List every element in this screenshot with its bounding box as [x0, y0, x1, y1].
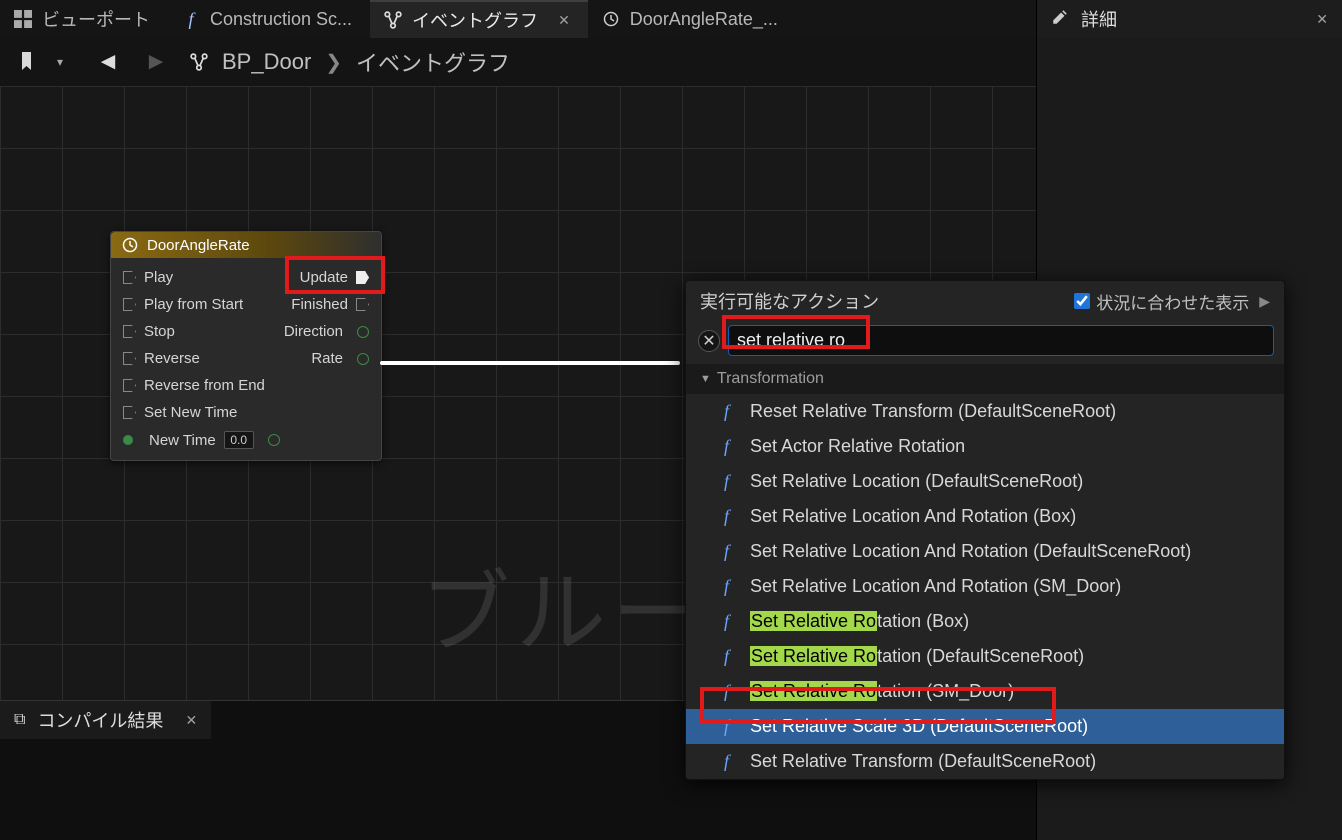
action-search-input[interactable] — [728, 325, 1274, 356]
ctx-item[interactable]: f Set Relative Rotation (SM_Door) — [686, 674, 1284, 709]
pin-play-from-start[interactable]: Play from Start — [123, 296, 243, 313]
breadcrumb-root[interactable]: BP_Door — [222, 49, 311, 75]
clock-icon — [121, 236, 139, 254]
function-icon: f — [724, 576, 738, 597]
graph-icon — [190, 53, 208, 71]
function-icon: f — [724, 471, 738, 492]
function-icon: f — [724, 611, 738, 632]
function-icon: f — [724, 646, 738, 667]
ctx-item[interactable]: f Reset Relative Transform (DefaultSceneR… — [686, 394, 1284, 429]
ctx-item-label: Set Relative Rotation (SM_Door) — [750, 681, 1014, 702]
ctx-item-label: Reset Relative Transform (DefaultSceneRo… — [750, 401, 1116, 422]
pin-reverse[interactable]: Reverse — [123, 350, 200, 367]
terminal-icon: ⧉ — [14, 711, 25, 729]
node-body: Play Update Play from Start Finished Sto… — [111, 258, 381, 460]
pencil-icon — [1051, 8, 1069, 31]
pin-reverse-from-end[interactable]: Reverse from End — [123, 377, 265, 394]
ctx-item-label: Set Relative Location And Rotation (Defa… — [750, 541, 1191, 562]
pin-direction[interactable]: Direction — [284, 323, 369, 340]
ctx-item-label: Set Relative Location And Rotation (Box) — [750, 506, 1076, 527]
timeline-node[interactable]: DoorAngleRate Play Update Play from Star… — [110, 231, 382, 461]
node-title: DoorAngleRate — [147, 237, 250, 254]
chevron-down-icon[interactable]: ▾ — [46, 48, 74, 76]
function-icon: f — [724, 541, 738, 562]
clear-search-button[interactable]: ✕ — [698, 330, 720, 352]
watermark: ブルー — [420, 540, 708, 670]
function-icon: f — [182, 10, 200, 28]
new-time-input[interactable] — [224, 431, 254, 449]
tab-event-graph[interactable]: イベントグラフ ✕ — [370, 0, 588, 38]
details-label: 詳細 — [1081, 6, 1117, 32]
context-checkbox[interactable] — [1074, 293, 1090, 309]
tab-viewport[interactable]: ビューポート — [0, 0, 168, 38]
pin-stop[interactable]: Stop — [123, 323, 175, 340]
graph-icon — [384, 11, 402, 29]
function-icon: f — [724, 681, 738, 702]
exec-wire — [380, 361, 680, 365]
ctx-title: 実行可能なアクション — [700, 288, 879, 314]
clock-icon — [602, 10, 620, 28]
tab-label: ビューポート — [42, 6, 150, 32]
node-header[interactable]: DoorAngleRate — [111, 232, 381, 258]
ctx-item[interactable]: f Set Relative Location And Rotation (SM_… — [686, 569, 1284, 604]
ctx-item[interactable]: f Set Relative Transform (DefaultSceneRoo… — [686, 744, 1284, 779]
function-icon: f — [724, 506, 738, 527]
tab-compile-results[interactable]: ⧉ コンパイル結果 ✕ — [0, 701, 211, 739]
ctx-item[interactable]: f Set Relative Rotation (Box) — [686, 604, 1284, 639]
bookmark-icon[interactable] — [14, 48, 42, 76]
tab-label: DoorAngleRate_... — [630, 9, 778, 30]
ctx-item-label: Set Relative Transform (DefaultSceneRoot… — [750, 751, 1096, 772]
tab-details[interactable]: 詳細 ✕ — [1036, 0, 1342, 38]
ctx-header: 実行可能なアクション 状況に合わせた表示 ▶ — [686, 281, 1284, 321]
tab-timeline[interactable]: DoorAngleRate_... — [588, 0, 796, 38]
tab-label: Construction Sc... — [210, 9, 352, 30]
caret-down-icon: ▼ — [700, 373, 711, 385]
tab-label: イベントグラフ — [412, 7, 538, 33]
ctx-item-label: Set Relative Rotation (Box) — [750, 611, 969, 632]
ctx-item-label: Set Actor Relative Rotation — [750, 436, 965, 457]
breadcrumb: BP_Door ❯ イベントグラフ — [190, 46, 510, 78]
pin-finished[interactable]: Finished — [291, 296, 369, 313]
ctx-item[interactable]: f Set Relative Location (DefaultSceneRoot… — [686, 464, 1284, 499]
ctx-group-transformation[interactable]: ▼ Transformation — [686, 364, 1284, 394]
chevron-right-icon: ▶ — [1259, 293, 1270, 310]
action-context-menu: 実行可能なアクション 状況に合わせた表示 ▶ ✕ ▼ Transformatio… — [685, 280, 1285, 780]
close-icon[interactable]: ✕ — [1316, 11, 1328, 28]
ctx-item-label: Set Relative Scale 3D (DefaultSceneRoot) — [750, 716, 1088, 737]
breadcrumb-current[interactable]: イベントグラフ — [356, 46, 510, 78]
ctx-item-label: Set Relative Location (DefaultSceneRoot) — [750, 471, 1083, 492]
ctx-item[interactable]: f Set Relative Location And Rotation (Def… — [686, 534, 1284, 569]
ctx-item[interactable]: f Set Relative Rotation (DefaultSceneRoot… — [686, 639, 1284, 674]
compile-label: コンパイル結果 — [37, 707, 163, 733]
pin-set-new-time[interactable]: Set New Time — [123, 404, 237, 421]
function-icon: f — [724, 436, 738, 457]
tab-construction-script[interactable]: f Construction Sc... — [168, 0, 370, 38]
function-icon: f — [724, 751, 738, 772]
pin-rate[interactable]: Rate — [311, 350, 369, 367]
nav-back-button[interactable]: ◄ — [94, 48, 122, 76]
ctx-item[interactable]: f Set Relative Location And Rotation (Box… — [686, 499, 1284, 534]
ctx-item[interactable]: f Set Actor Relative Rotation — [686, 429, 1284, 464]
pin-update[interactable]: Update — [300, 269, 369, 286]
chevron-right-icon: ❯ — [325, 50, 342, 75]
close-icon[interactable]: ✕ — [558, 12, 570, 29]
function-icon: f — [724, 716, 738, 737]
context-sensitive-toggle[interactable]: 状況に合わせた表示 ▶ — [1074, 289, 1270, 314]
grid-icon — [14, 10, 32, 28]
close-icon[interactable]: ✕ — [185, 712, 197, 729]
ctx-item[interactable]: f Set Relative Scale 3D (DefaultSceneRoot… — [686, 709, 1284, 744]
ctx-item-label: Set Relative Rotation (DefaultSceneRoot) — [750, 646, 1084, 667]
pin-new-time[interactable]: New Time — [123, 431, 280, 449]
pin-play[interactable]: Play — [123, 269, 173, 286]
ctx-item-label: Set Relative Location And Rotation (SM_D… — [750, 576, 1121, 597]
nav-forward-button[interactable]: ► — [142, 48, 170, 76]
function-icon: f — [724, 401, 738, 422]
